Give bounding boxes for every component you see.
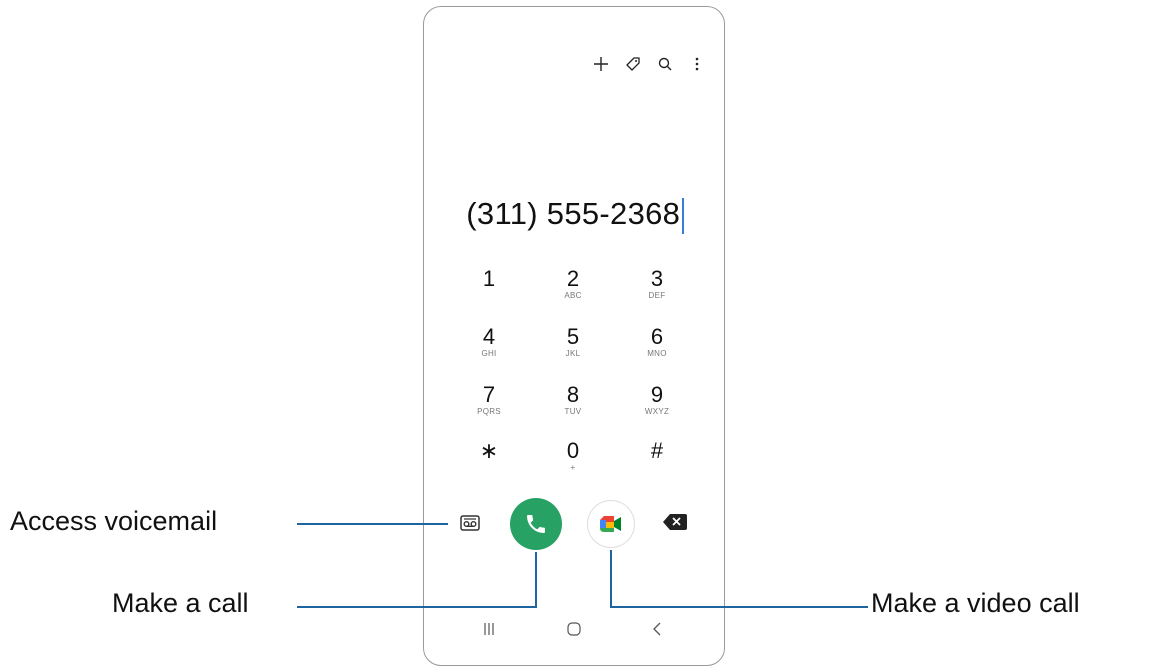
dialed-number-field[interactable]: (311) 555-2368 xyxy=(440,196,710,234)
callout-line-call-vertical xyxy=(535,552,537,608)
key-4[interactable]: 4 GHI xyxy=(459,326,519,359)
key-letters: JKL xyxy=(565,349,581,358)
dialed-number: (311) 555-2368 xyxy=(466,196,681,231)
key-7[interactable]: 7 PQRS xyxy=(459,384,519,417)
add-icon[interactable] xyxy=(590,52,612,76)
key-letters: WXYZ xyxy=(644,407,670,416)
key-letters: GHI xyxy=(481,349,497,358)
top-action-bar xyxy=(590,52,718,76)
callout-line-video-vertical xyxy=(610,550,612,608)
key-digit: 7 xyxy=(482,382,496,407)
key-letters: MNO xyxy=(647,349,667,358)
key-letters: + xyxy=(570,463,576,472)
callout-line-video-horizontal xyxy=(610,606,868,608)
text-cursor xyxy=(682,197,684,234)
more-options-icon[interactable] xyxy=(686,52,708,76)
key-digit: 6 xyxy=(650,324,664,349)
voicemail-button[interactable] xyxy=(460,515,480,536)
callout-call: Make a call xyxy=(112,588,249,618)
backspace-icon xyxy=(663,514,687,530)
recent-apps-icon[interactable] xyxy=(483,622,495,641)
phone-icon xyxy=(527,515,545,533)
key-digit: 0 xyxy=(566,438,580,463)
callout-voicemail: Access voicemail xyxy=(10,506,218,536)
call-button[interactable] xyxy=(510,498,562,550)
search-icon[interactable] xyxy=(654,52,676,76)
key-6[interactable]: 6 MNO xyxy=(627,326,687,359)
callout-line-voicemail xyxy=(297,523,448,525)
key-letters: ABC xyxy=(564,291,582,300)
key-digit: 2 xyxy=(566,266,580,291)
key-digit: 3 xyxy=(650,266,664,291)
key-digit: 9 xyxy=(650,382,664,407)
key-9[interactable]: 9 WXYZ xyxy=(627,384,687,417)
key-letters: DEF xyxy=(648,291,666,300)
key-0[interactable]: 0 + xyxy=(543,440,603,473)
callout-line-call-horizontal xyxy=(297,606,537,608)
voicemail-icon xyxy=(460,515,480,531)
key-letters: PQRS xyxy=(477,407,501,416)
back-icon[interactable] xyxy=(651,622,663,641)
key-digit: 8 xyxy=(566,382,580,407)
key-digit: 5 xyxy=(566,324,580,349)
callout-video: Make a video call xyxy=(871,588,1080,618)
home-icon[interactable] xyxy=(566,622,582,641)
key-star[interactable]: ∗ xyxy=(459,440,519,463)
key-8[interactable]: 8 TUV xyxy=(543,384,603,417)
key-letters: TUV xyxy=(564,407,582,416)
key-digit: # xyxy=(650,438,664,463)
video-call-button[interactable] xyxy=(587,500,635,548)
key-5[interactable]: 5 JKL xyxy=(543,326,603,359)
key-1[interactable]: 1 xyxy=(459,268,519,291)
key-2[interactable]: 2 ABC xyxy=(543,268,603,301)
key-hash[interactable]: # xyxy=(627,440,687,463)
tag-icon[interactable] xyxy=(622,52,644,76)
key-digit: 4 xyxy=(482,324,496,349)
video-call-icon xyxy=(600,516,621,532)
key-digit: ∗ xyxy=(479,438,499,463)
key-3[interactable]: 3 DEF xyxy=(627,268,687,301)
backspace-button[interactable] xyxy=(662,513,688,536)
key-digit: 1 xyxy=(482,266,496,291)
